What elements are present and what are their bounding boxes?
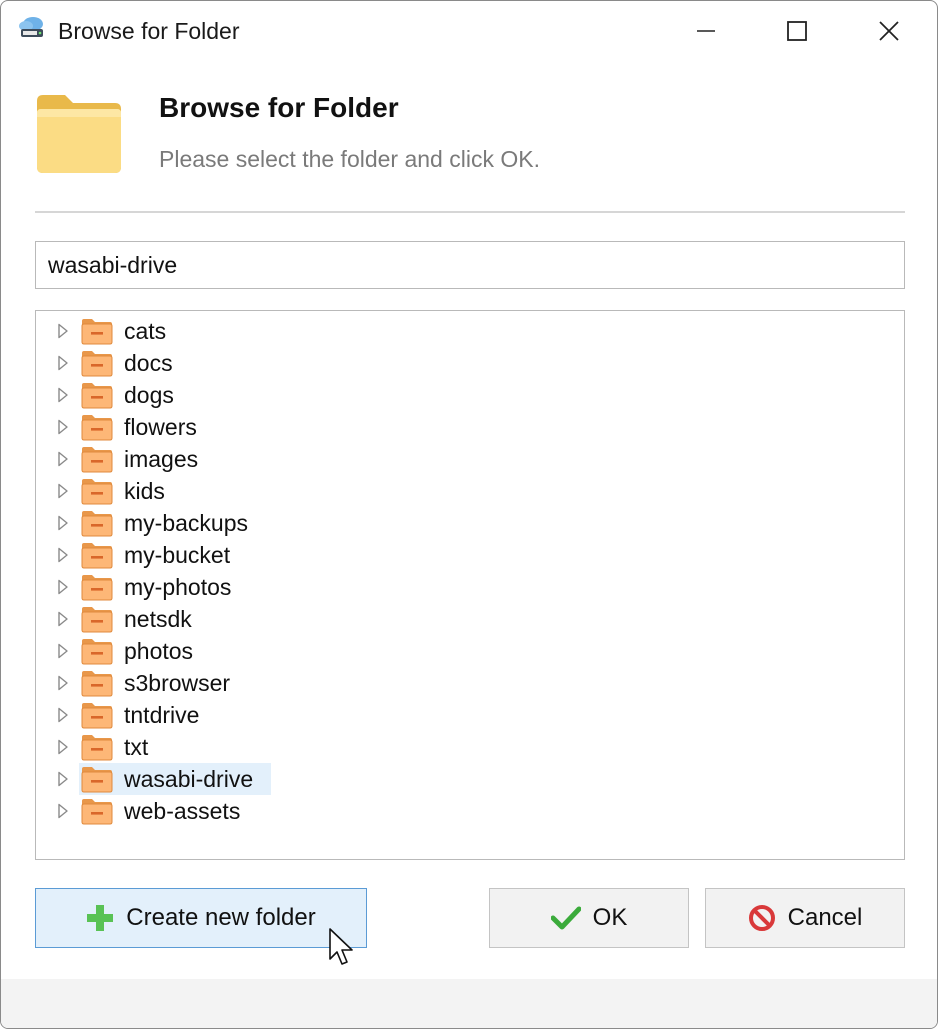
cancel-label: Cancel [787, 904, 863, 931]
folder-icon [81, 447, 113, 473]
tree-item[interactable]: photos [36, 635, 436, 667]
tree-item-label: docs [124, 350, 173, 376]
tree-item[interactable]: images [36, 443, 436, 475]
expand-arrow-icon[interactable] [56, 675, 70, 691]
create-new-folder-button[interactable]: Create new folder [35, 888, 367, 948]
tree-item-label: dogs [124, 382, 174, 408]
dialog-footer [1, 979, 937, 1028]
window-title: Browse for Folder [58, 18, 240, 44]
tree-item-label: photos [124, 638, 194, 664]
folder-icon [81, 703, 113, 729]
expand-arrow-icon[interactable] [56, 483, 70, 499]
tree-item-label: flowers [124, 414, 197, 440]
tree-item-label: netsdk [124, 606, 192, 632]
expand-arrow-icon[interactable] [56, 707, 70, 723]
expand-arrow-icon[interactable] [56, 387, 70, 403]
tree-item[interactable]: flowers [36, 411, 436, 443]
expand-arrow-icon[interactable] [56, 739, 70, 755]
close-icon [879, 21, 899, 41]
cloud-drive-icon [19, 17, 43, 37]
dialog-heading: Browse for Folder [159, 92, 399, 123]
tree-item[interactable]: dogs [36, 379, 436, 411]
browse-for-folder-dialog: Browse for Folder Browse for Folder Plea… [0, 0, 938, 1029]
tree-item-label: kids [124, 478, 165, 504]
folder-icon [81, 543, 113, 569]
tree-item[interactable]: cats [36, 315, 436, 347]
plus-icon [86, 904, 114, 932]
expand-arrow-icon[interactable] [56, 323, 70, 339]
tree-item[interactable]: tntdrive [36, 699, 436, 731]
expand-arrow-icon[interactable] [56, 355, 70, 371]
minimize-icon [697, 30, 715, 32]
folder-icon [81, 767, 113, 793]
expand-arrow-icon[interactable] [56, 419, 70, 435]
folder-icon [81, 671, 113, 697]
tree-item[interactable]: my-backups [36, 507, 436, 539]
expand-arrow-icon[interactable] [56, 451, 70, 467]
tree-item-label: images [124, 446, 199, 472]
folder-icon [81, 799, 113, 825]
checkmark-icon [550, 906, 581, 930]
folder-icon [81, 511, 113, 537]
tree-item[interactable]: kids [36, 475, 436, 507]
tree-item[interactable]: web-assets [36, 795, 436, 827]
expand-arrow-icon[interactable] [56, 643, 70, 659]
tree-item[interactable]: docs [36, 347, 436, 379]
folder-icon [81, 351, 113, 377]
tree-item-label: my-photos [124, 574, 232, 600]
expand-arrow-icon[interactable] [56, 515, 70, 531]
tree-item-label: my-bucket [124, 542, 231, 568]
expand-arrow-icon[interactable] [56, 611, 70, 627]
tree-item[interactable]: wasabi-drive [36, 763, 436, 795]
cancel-button[interactable]: Cancel [705, 888, 905, 948]
folder-icon [81, 415, 113, 441]
tree-item[interactable]: txt [36, 731, 436, 763]
tree-item[interactable]: netsdk [36, 603, 436, 635]
tree-item-label: wasabi-drive [120, 765, 258, 793]
expand-arrow-icon[interactable] [56, 547, 70, 563]
expand-arrow-icon[interactable] [56, 803, 70, 819]
tree-item[interactable]: my-photos [36, 571, 436, 603]
folder-tree[interactable]: cats docs dogs flowers images kids my-backups m… [35, 310, 905, 860]
header-divider [35, 211, 905, 213]
tree-item-label: tntdrive [124, 702, 200, 728]
close-button[interactable] [844, 1, 934, 61]
tree-item-label: txt [124, 734, 149, 760]
ok-button[interactable]: OK [489, 888, 689, 948]
folder-path-input[interactable] [35, 241, 905, 289]
folder-icon [81, 607, 113, 633]
dialog-instructions: Please select the folder and click OK. [159, 146, 540, 172]
tree-item[interactable]: my-bucket [36, 539, 436, 571]
folder-icon [81, 383, 113, 409]
tree-item[interactable]: s3browser [36, 667, 436, 699]
folder-icon [81, 575, 113, 601]
folder-icon [37, 95, 121, 173]
ok-label: OK [592, 904, 628, 931]
tree-item-label: s3browser [124, 670, 231, 696]
folder-icon [81, 479, 113, 505]
cancel-icon [748, 904, 776, 932]
expand-arrow-icon[interactable] [56, 579, 70, 595]
minimize-button[interactable] [661, 1, 751, 61]
tree-item-label: my-backups [124, 510, 248, 536]
folder-icon [81, 639, 113, 665]
expand-arrow-icon[interactable] [56, 771, 70, 787]
folder-icon [81, 319, 113, 345]
maximize-button[interactable] [752, 1, 842, 61]
tree-item-label: web-assets [124, 798, 241, 824]
title-bar[interactable]: Browse for Folder [1, 1, 937, 61]
create-new-folder-label: Create new folder [126, 904, 316, 931]
folder-icon [81, 735, 113, 761]
maximize-icon [787, 21, 807, 41]
tree-item-label: cats [124, 318, 167, 344]
